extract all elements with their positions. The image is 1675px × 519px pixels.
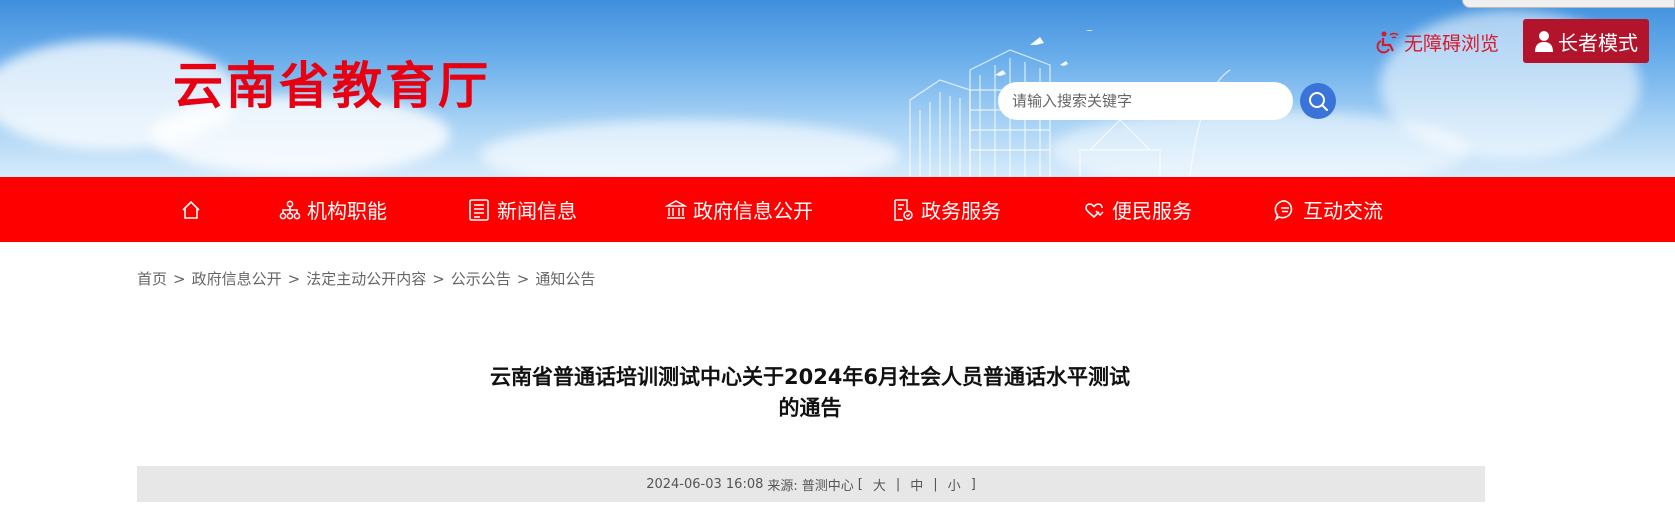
nav-label: 政府信息公开 [693,199,813,223]
article-title-line: 的通告 [778,396,842,420]
person-icon [1535,31,1553,52]
government-building-icon [665,199,687,219]
nav-item-organization[interactable]: 机构职能 [279,177,387,242]
nav-item-gov-info[interactable]: 政府信息公开 [665,177,813,242]
newspaper-icon [469,198,489,221]
article-meta-bar: 2024-06-03 16:08 来源: 普测中心 [ 大 | 中 | 小 ] [137,466,1485,502]
nav-item-news[interactable]: 新闻信息 [467,177,577,242]
breadcrumb-home[interactable]: 首页 [137,268,167,289]
nav-label: 互动交流 [1303,199,1383,223]
nav-item-public-services[interactable]: 便民服务 [1082,177,1192,242]
nav-label: 便民服务 [1112,199,1192,223]
nav-item-interaction[interactable]: 互动交流 [1273,177,1383,242]
nav-item-home[interactable] [180,177,202,242]
accessibility-label: 无障碍浏览 [1404,32,1500,55]
font-size-bracket: [ [857,476,863,492]
org-chart-icon [279,200,301,219]
chat-bubble-icon [1274,199,1293,221]
accessibility-link[interactable]: 无障碍浏览 [1374,28,1499,56]
article-title-line: 云南省普通话培训测试中心关于2024年6月社会人员普通话水平测试 [489,365,1131,389]
nav-item-gov-services[interactable]: 政务服务 [891,177,1001,242]
breadcrumb-separator: > [516,269,530,288]
wheelchair-icon [1376,31,1399,54]
breadcrumb-separator: > [432,269,445,288]
font-size-separator: | [895,476,901,492]
publish-date: 2024-06-03 16:08 [646,476,764,492]
elder-mode-button[interactable]: 长者模式 [1523,19,1649,63]
font-size-small-button[interactable]: 小 [942,475,967,494]
home-icon [182,200,200,219]
service-document-icon [894,198,913,221]
top-overlay-tab [1462,0,1675,8]
font-size-medium-button[interactable]: 中 [904,475,929,494]
breadcrumb-notices[interactable]: 通知公告 [535,268,595,289]
header-banner: 云南省教育厅 无障碍浏览 长者模式 [0,0,1675,177]
breadcrumb-separator: > [287,269,301,288]
banner-cloud [480,120,900,177]
source-value: 普测中心 [801,478,854,494]
heart-hand-icon [1085,202,1104,218]
search-input[interactable] [998,82,1293,120]
breadcrumb-gov-info[interactable]: 政府信息公开 [192,268,282,289]
article-title: 云南省普通话培训测试中心关于2024年6月社会人员普通话水平测试 的通告 [470,362,1150,424]
breadcrumb-separator: > [173,269,186,288]
search-button[interactable] [1300,83,1336,119]
main-nav: 机构职能 新闻信息 政府信息公开 政务服务 便民服务 互动交流 [0,177,1675,242]
font-size-large-button[interactable]: 大 [867,475,892,494]
search-icon [1309,92,1328,111]
font-size-separator: | [933,476,938,492]
nav-label: 新闻信息 [497,199,577,223]
breadcrumb: 首页 > 政府信息公开 > 法定主动公开内容 > 公示公告 > 通知公告 [137,268,595,289]
breadcrumb-statutory-content[interactable]: 法定主动公开内容 [306,268,426,289]
source-label: 来源: [767,478,798,494]
breadcrumb-announcements[interactable]: 公示公告 [451,268,511,289]
font-size-bracket: ] [970,476,976,492]
site-logo[interactable]: 云南省教育厅 [173,46,491,118]
nav-label: 机构职能 [307,199,387,223]
nav-label: 政务服务 [921,199,1001,223]
elder-mode-label: 长者模式 [1558,30,1638,55]
